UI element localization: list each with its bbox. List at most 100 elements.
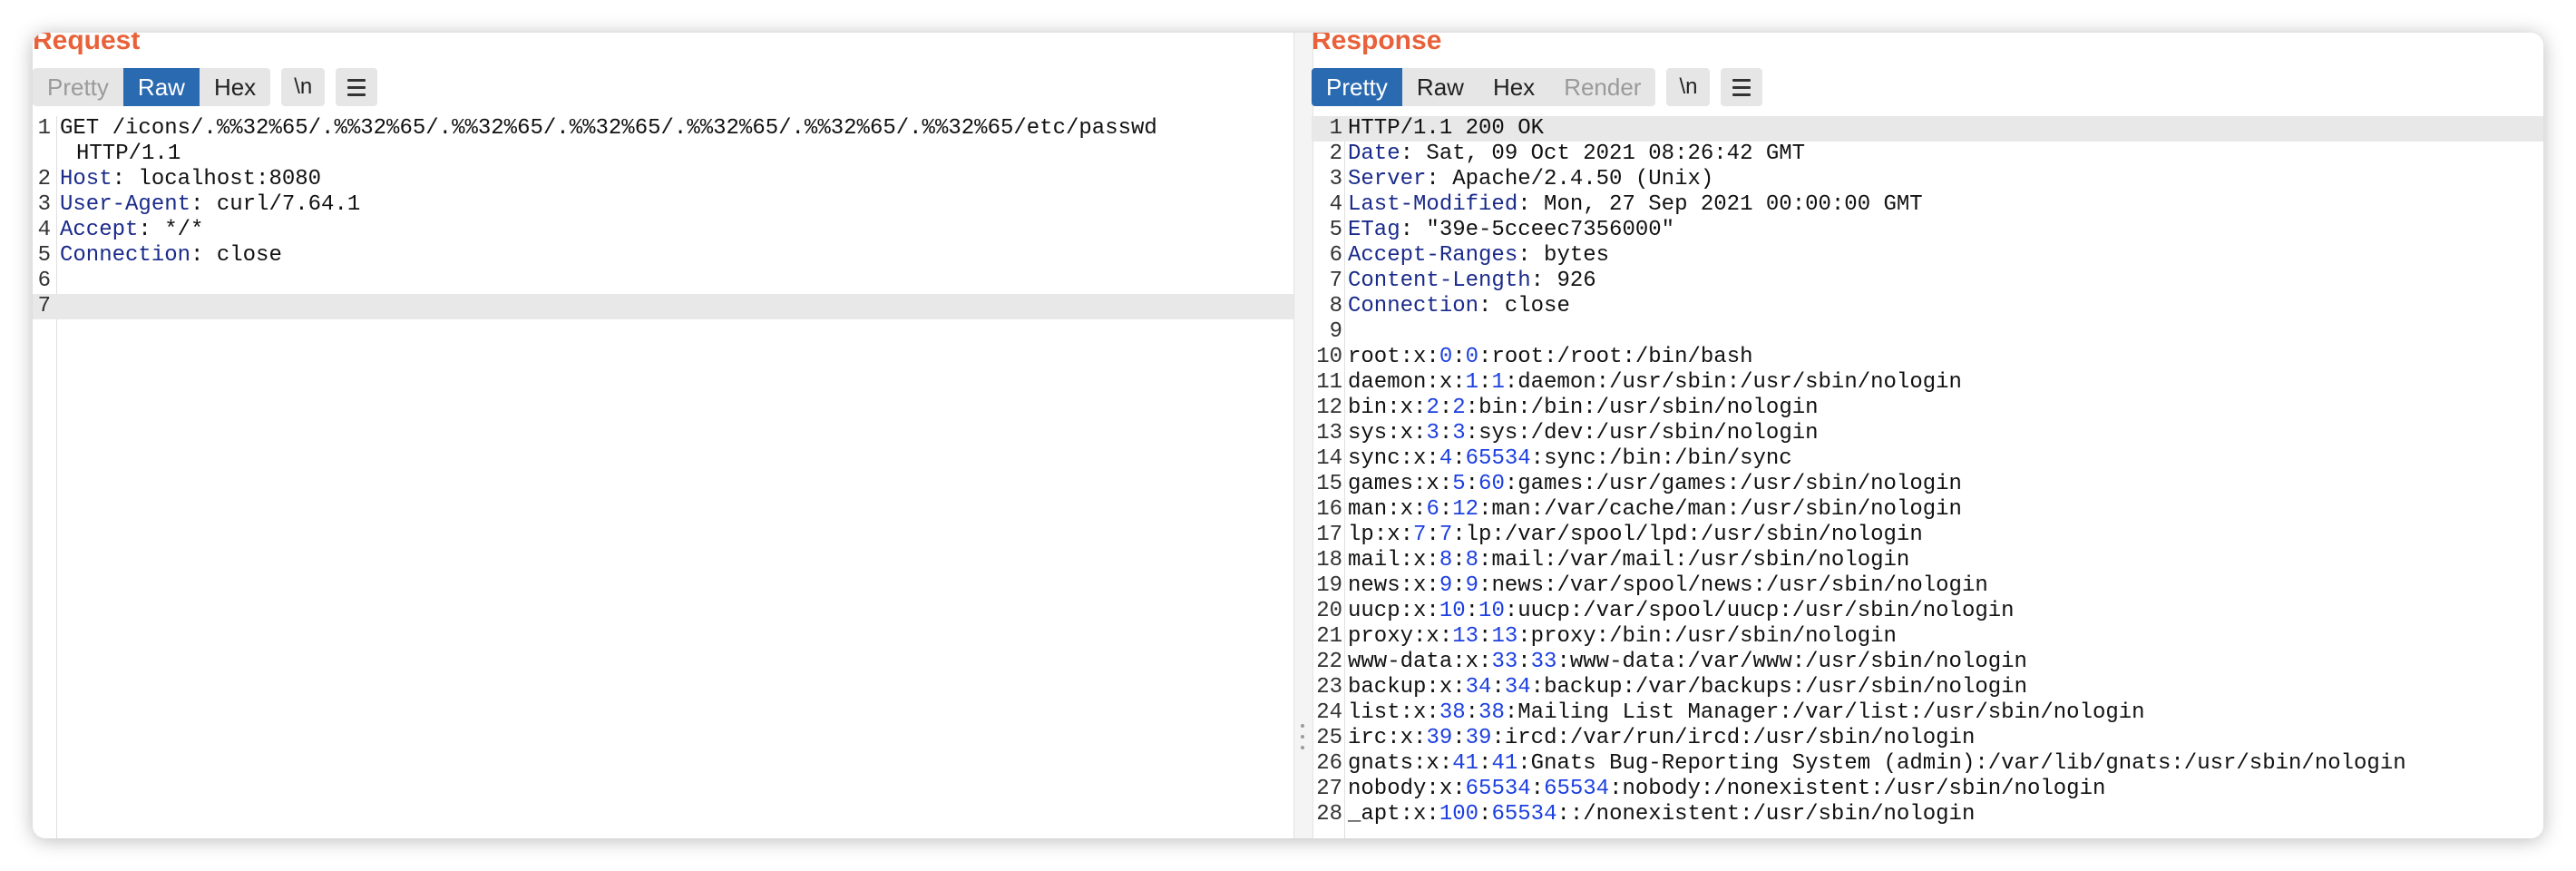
response-tab-render[interactable]: Render (1549, 68, 1656, 106)
response-tab-pretty[interactable]: Pretty (1312, 68, 1402, 106)
header-name: Host (60, 167, 112, 191)
passwd-sep: : (1478, 497, 1492, 522)
passwd-sep: :x: (1426, 370, 1466, 395)
request-tab-raw[interactable]: Raw (122, 68, 200, 106)
passwd-gid: 39 (1465, 726, 1492, 750)
passwd-sep: :x: (1426, 675, 1466, 700)
header-name: Last-Modified (1348, 192, 1518, 217)
request-panel: Request Pretty Raw Hex \n 1 GET /icons/.%… (33, 33, 1293, 838)
line-content: irc:x:39:39:ircd:/var/run/ircd:/usr/sbin… (1348, 726, 1975, 751)
header-value: curl/7.64.1 (203, 192, 361, 217)
request-tab-hex[interactable]: Hex (199, 68, 271, 106)
resize-grip-icon[interactable] (1301, 724, 1304, 749)
line-number: 24 (1316, 700, 1342, 725)
passwd-rest: uucp:/var/spool/uucp:/usr/sbin/nologin (1517, 599, 2015, 623)
line-number: 14 (1316, 446, 1342, 471)
passwd-sep: :x: (1413, 472, 1453, 496)
passwd-rest: news:/var/spool/news:/usr/sbin/nologin (1491, 573, 1988, 598)
response-tab-hex[interactable]: Hex (1478, 68, 1550, 106)
line-number: 21 (1316, 624, 1342, 649)
passwd-uid: 65534 (1465, 777, 1531, 801)
passwd-sep: :x: (1387, 396, 1427, 420)
line-number: 12 (1316, 396, 1342, 420)
passwd-sep: : (1517, 650, 1531, 674)
line-number: 23 (1316, 675, 1342, 700)
passwd-user: backup (1348, 675, 1427, 700)
line-content: news:x:9:9:news:/var/spool/news:/usr/sbi… (1348, 573, 1988, 599)
line-number: 16 (1316, 497, 1342, 522)
header-colon: : (1400, 142, 1414, 166)
request-newline-toggle[interactable]: \n (281, 68, 326, 106)
code-line: 24 list:x:38:38:Mailing List Manager:/var… (1312, 700, 2543, 726)
header-value: Mon, 27 Sep 2021 00:00:00 GMT (1530, 192, 1923, 217)
passwd-rest: man:/var/cache/man:/usr/sbin/nologin (1491, 497, 1962, 522)
passwd-sep: : (1556, 802, 1570, 827)
response-tab-raw[interactable]: Raw (1401, 68, 1478, 106)
passwd-sep: : (1426, 523, 1439, 547)
request-tab-pretty[interactable]: Pretty (33, 68, 123, 106)
response-newline-toggle[interactable]: \n (1666, 68, 1711, 106)
passwd-sep: : (1439, 497, 1453, 522)
code-line: 16 man:x:6:12:man:/var/cache/man:/usr/sbi… (1312, 497, 2543, 523)
line-text: GET /icons/.%%32%65/.%%32%65/.%%32%65/.%… (60, 116, 1157, 141)
passwd-sep: : (1504, 700, 1518, 725)
passwd-uid: 6 (1426, 497, 1439, 522)
response-editor[interactable]: 1 HTTP/1.1 200 OK 2 Date: Sat, 09 Oct 2021 … (1312, 116, 2543, 838)
line-content: uucp:x:10:10:uucp:/var/spool/uucp:/usr/s… (1348, 599, 2015, 624)
line-content: Last-Modified: Mon, 27 Sep 2021 00:00:00… (1348, 192, 1923, 218)
passwd-user: www-data (1348, 650, 1453, 674)
header-value: Apache/2.4.50 (Unix) (1439, 167, 1714, 191)
passwd-user: news (1348, 573, 1400, 598)
passwd-sep: :x: (1400, 802, 1439, 827)
request-menu-button[interactable] (336, 68, 378, 106)
code-line: 14 sync:x:4:65534:sync:/bin:/bin/sync (1312, 446, 2543, 472)
line-number: 25 (1316, 726, 1342, 750)
passwd-sep: : (1439, 421, 1453, 445)
passwd-gid: 0 (1465, 345, 1479, 369)
header-value: 926 (1544, 269, 1596, 293)
line-content: bin:x:2:2:bin:/bin:/usr/sbin/nologin (1348, 396, 1819, 421)
passwd-sep: : (1504, 370, 1518, 395)
line-number: 17 (1316, 523, 1342, 547)
passwd-sep: : (1452, 523, 1466, 547)
code-line: 27 nobody:x:65534:65534:nobody:/nonexiste… (1312, 777, 2543, 802)
passwd-gid: 60 (1478, 472, 1505, 496)
response-menu-button[interactable] (1721, 68, 1763, 106)
header-colon: : (1400, 218, 1414, 242)
request-editor[interactable]: 1 GET /icons/.%%32%65/.%%32%65/.%%32%65/.… (33, 116, 1293, 838)
passwd-sep: :x: (1413, 624, 1453, 649)
line-number: 7 (37, 294, 51, 318)
passwd-sep: : (1517, 751, 1531, 776)
passwd-gid: 33 (1530, 650, 1557, 674)
code-line: 9 (1312, 319, 2543, 345)
line-content: Date: Sat, 09 Oct 2021 08:26:42 GMT (1348, 142, 1805, 167)
passwd-sep: :x: (1387, 497, 1427, 522)
passwd-user: gnats (1348, 751, 1414, 776)
header-colon: : (1517, 243, 1531, 268)
passwd-sep: : (1478, 802, 1492, 827)
line-content: Accept-Ranges: bytes (1348, 243, 1609, 269)
line-content: Content-Length: 926 (1348, 269, 1596, 294)
passwd-rest: sys:/dev:/usr/sbin/nologin (1478, 421, 1819, 445)
passwd-uid: 0 (1439, 345, 1453, 369)
passwd-sep: : (1491, 726, 1505, 750)
header-colon: : (1478, 294, 1492, 318)
passwd-sep: : (1530, 675, 1545, 700)
line-content: sync:x:4:65534:sync:/bin:/bin/sync (1348, 446, 1792, 472)
passwd-gid: 65534 (1465, 446, 1531, 471)
passwd-sep: : (1478, 751, 1492, 776)
passwd-gid: 65534 (1544, 777, 1610, 801)
passwd-sep: : (1530, 777, 1545, 801)
http-message-viewer: Request Pretty Raw Hex \n 1 GET /icons/.%… (33, 33, 2543, 838)
passwd-rest: root:/root:/bin/bash (1491, 345, 1753, 369)
code-line: 19 news:x:9:9:news:/var/spool/news:/usr/s… (1312, 573, 2543, 599)
passwd-sep: : (1465, 599, 1479, 623)
passwd-uid: 2 (1426, 396, 1439, 420)
passwd-uid: 41 (1452, 751, 1479, 776)
passwd-sep: :x: (1373, 523, 1414, 547)
passwd-gid: 3 (1452, 421, 1466, 445)
passwd-uid: 34 (1465, 675, 1492, 700)
code-line: 3 Server: Apache/2.4.50 (Unix) (1312, 167, 2543, 192)
panel-splitter[interactable] (1293, 33, 1313, 838)
code-line: 28 _apt:x:100:65534::/nonexistent:/usr/sb… (1312, 802, 2543, 827)
